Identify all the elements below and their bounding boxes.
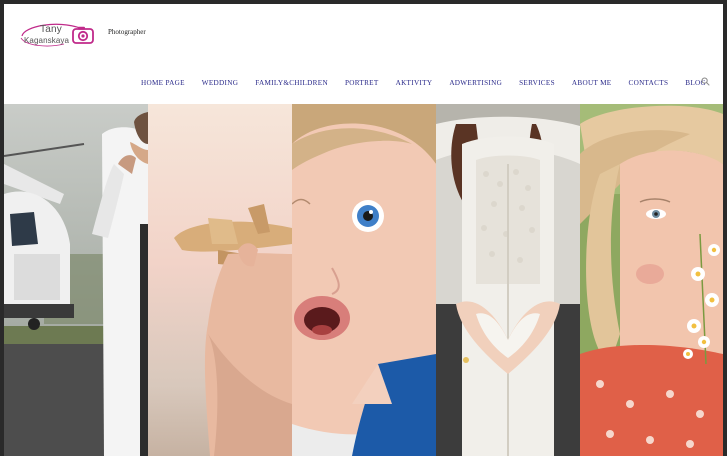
nav-item-portret[interactable]: PORTRET bbox=[345, 79, 379, 87]
nav-item-aktivity[interactable]: AKTIVITY bbox=[396, 79, 433, 87]
camera-icon bbox=[72, 26, 94, 44]
nav-item-home-page[interactable]: HOME PAGE bbox=[141, 79, 185, 87]
nav-item-wedding[interactable]: WEDDING bbox=[202, 79, 238, 87]
photo-strip-wedding[interactable] bbox=[436, 104, 580, 456]
toddler-photo bbox=[292, 104, 436, 456]
logo-line2: Kaganskaya bbox=[24, 36, 70, 45]
photo-strip-aktivity[interactable] bbox=[4, 104, 148, 456]
helicopter-photo bbox=[4, 104, 148, 456]
photo-strip-family-children[interactable] bbox=[148, 104, 292, 456]
site-logo[interactable]: Tany Kaganskaya bbox=[18, 22, 98, 50]
straw-hat-woman-photo bbox=[580, 104, 723, 456]
search-icon[interactable] bbox=[701, 77, 710, 86]
bride-photo bbox=[436, 104, 580, 456]
nav-item-contacts[interactable]: CONTACTS bbox=[628, 79, 668, 87]
photo-strip-portret[interactable] bbox=[292, 104, 436, 456]
nav-item-adwertising[interactable]: ADWERTISING bbox=[449, 79, 502, 87]
logo-line1: Tany bbox=[40, 24, 62, 35]
nav-item-about-me[interactable]: ABOUT ME bbox=[572, 79, 612, 87]
photo-strips bbox=[4, 104, 723, 456]
main-nav: HOME PAGE WEDDING FAMILY&CHILDREN PORTRE… bbox=[141, 75, 706, 91]
browser-window: Tany Kaganskaya Photographer HOME PAGE W… bbox=[4, 4, 723, 456]
nav-item-services[interactable]: SERVICES bbox=[519, 79, 555, 87]
toy-plane-photo bbox=[148, 104, 292, 456]
nav-item-family-children[interactable]: FAMILY&CHILDREN bbox=[255, 79, 328, 87]
site-tagline: Photographer bbox=[108, 28, 146, 36]
site-header: Tany Kaganskaya Photographer HOME PAGE W… bbox=[4, 4, 723, 104]
photo-strip-portrait-woman[interactable] bbox=[580, 104, 723, 456]
